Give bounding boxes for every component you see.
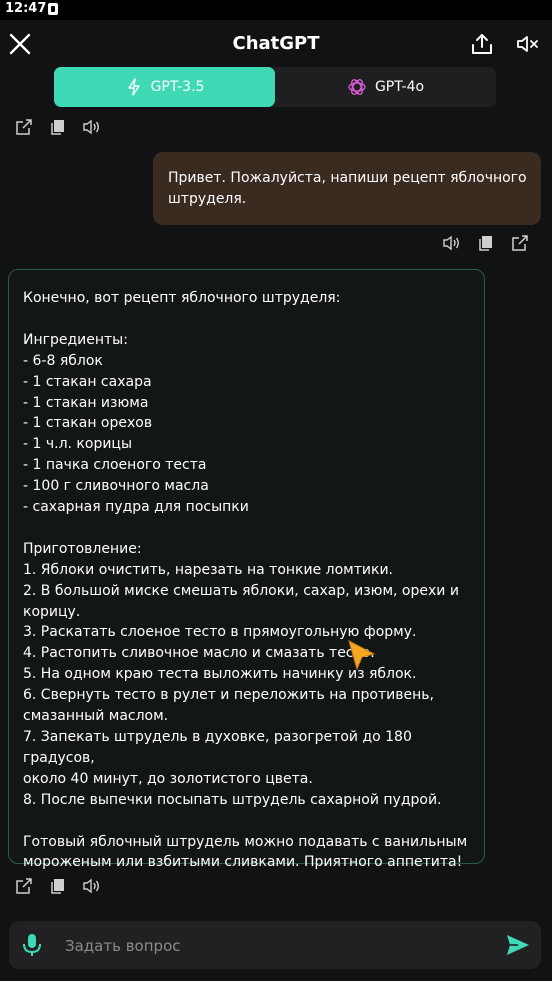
assistant-message-line: - 1 пачка слоеного теста — [23, 457, 207, 474]
status-bar: 12:47 — [0, 0, 552, 20]
status-time: 12:47 — [5, 1, 47, 16]
assistant-message-line: около 40 минут, до золотистого цвета. — [23, 770, 313, 787]
assistant-message-line: Приготовление: — [23, 540, 142, 557]
assistant-message-line: 4. Растопить сливочное масло и смазать т… — [23, 645, 375, 662]
speak-button[interactable] — [82, 117, 102, 137]
assistant-message-line — [23, 811, 472, 832]
notification-app-icon — [48, 3, 58, 15]
microphone-icon[interactable] — [21, 933, 43, 957]
assistant-message-line — [23, 518, 472, 539]
copy-button[interactable] — [48, 117, 68, 137]
copy-icon — [51, 879, 64, 894]
assistant-message-line: 8. После выпечки посыпать штрудель сахар… — [23, 791, 442, 808]
assistant-message-line: - 1 стакан изюма — [23, 394, 149, 411]
assistant-message-line: 5. На одном краю теста выложить начинку … — [23, 666, 417, 683]
assistant-message-actions — [14, 876, 102, 896]
open-external-button[interactable] — [14, 876, 34, 896]
copy-button[interactable] — [476, 233, 496, 253]
assistant-message-line: 1. Яблоки очистить, нарезать на тонкие л… — [23, 561, 394, 578]
assistant-message-line: - 1 ч.л. корицы — [23, 436, 133, 453]
assistant-message-line: - 100 г сливочного масла — [23, 478, 209, 495]
mute-button[interactable] — [514, 30, 542, 58]
assistant-message-line: 6. Свернуть тесто в рулет и переложить н… — [23, 687, 434, 704]
assistant-message-line: Ингредиенты: — [23, 331, 128, 348]
copy-button[interactable] — [48, 876, 68, 896]
assistant-message-line: корицу. — [23, 603, 81, 620]
speak-button[interactable] — [82, 876, 102, 896]
openai-outline-icon — [127, 78, 140, 96]
assistant-message-line: Конечно, вот рецепт яблочного штруделя: — [23, 290, 341, 306]
open-external-icon — [16, 878, 32, 894]
assistant-message-line: - 6-8 яблок — [23, 352, 103, 369]
assistant-message-line: - 1 стакан орехов — [23, 415, 153, 432]
share-button[interactable] — [468, 30, 496, 58]
copy-icon — [51, 120, 64, 135]
open-external-icon — [512, 235, 528, 251]
open-external-icon — [16, 119, 32, 135]
user-message-actions — [442, 233, 530, 253]
tab-gpt-3-5[interactable]: GPT-3.5 — [54, 67, 275, 107]
share-icon — [472, 34, 492, 54]
assistant-message-bubble: Конечно, вот рецепт яблочного штруделя: И… — [8, 269, 485, 870]
speaker-icon — [83, 878, 99, 894]
assistant-message-line: Готовый яблочный штрудель можно подавать… — [23, 833, 468, 850]
speaker-icon — [83, 119, 99, 135]
open-external-button[interactable] — [510, 233, 530, 253]
assistant-message-line — [23, 309, 472, 330]
speaker-muted-icon — [517, 36, 538, 52]
speak-button[interactable] — [442, 233, 462, 253]
assistant-message-line: смазанный маслом. — [23, 708, 169, 725]
copy-icon — [479, 236, 492, 251]
tab-gpt-3-5-label: GPT-3.5 — [150, 79, 205, 95]
assistant-message-line: 7. Запекать штрудель в духовке, разогрет… — [23, 729, 417, 766]
user-message-text: Привет. Пожалуйста, напиши рецепт яблочн… — [168, 170, 527, 207]
previous-message-actions — [14, 117, 102, 137]
assistant-message-line: мороженым или взбитыми сливками. Приятно… — [23, 854, 463, 871]
user-message-bubble: Привет. Пожалуйста, напиши рецепт яблочн… — [153, 152, 541, 225]
openai-pink-icon — [348, 79, 366, 95]
assistant-message-line: 3. Раскатать слоеное тесто в прямоугольн… — [23, 624, 417, 641]
chat-screen: 12:47 ChatGPT GPT-3.5 GPT-4o Привет. Пож… — [0, 0, 552, 981]
send-icon[interactable] — [505, 933, 531, 957]
model-selector: GPT-3.5 GPT-4o — [54, 67, 496, 107]
composer — [9, 921, 541, 969]
tab-gpt-4o[interactable]: GPT-4o — [275, 67, 496, 107]
pointer-cursor-icon — [348, 640, 376, 671]
assistant-message-line: - 1 стакан сахара — [23, 373, 152, 390]
open-external-button[interactable] — [14, 117, 34, 137]
question-input[interactable] — [63, 933, 487, 959]
assistant-message-line: - сахарная пудра для посыпки — [23, 499, 249, 516]
tab-gpt-4o-label: GPT-4o — [374, 79, 425, 95]
speaker-icon — [443, 235, 459, 251]
header: ChatGPT — [0, 20, 552, 68]
assistant-message-line: 2. В большой миске смешать яблоки, сахар… — [23, 582, 459, 599]
